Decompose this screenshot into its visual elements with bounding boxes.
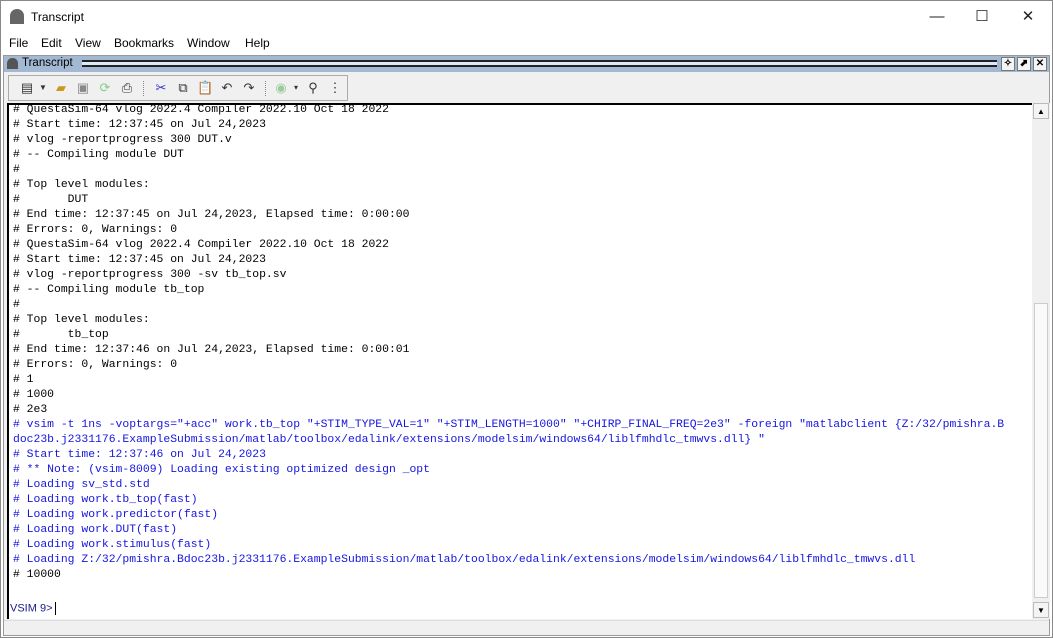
vsim-prompt[interactable]: VSIM 9> (10, 602, 56, 615)
transcript-icon (7, 58, 18, 69)
new-file-icon[interactable]: ▤ (19, 80, 35, 96)
transcript-line: # vlog -reportprogress 300 DUT.v (13, 134, 232, 146)
close-button[interactable]: ✕ (1005, 1, 1051, 33)
window-title: Transcript (31, 10, 84, 24)
menu-window[interactable]: Window (187, 36, 230, 50)
find-options-icon[interactable]: ⋮ (327, 80, 343, 96)
transcript-line: # Errors: 0, Warnings: 0 (13, 359, 178, 371)
transcript-line: # Start time: 12:37:46 on Jul 24,2023 (13, 449, 266, 461)
transcript-line: # tb_top (13, 329, 109, 341)
menu-bookmarks[interactable]: Bookmarks (114, 36, 174, 50)
transcript-line: # -- Compiling module DUT (13, 149, 184, 161)
redo-icon[interactable]: ↷ (241, 80, 257, 96)
transcript-panel: Transcript ✧ ⬈ ✕ ▤ ▼ ▰ ▣ ⟳ ⎙ ✂ ⧉ 📋 ↶ ↷ ◉… (3, 55, 1050, 636)
text-cursor (54, 602, 56, 615)
chevron-down-icon[interactable]: ▾ (288, 80, 304, 96)
reload-icon[interactable]: ⟳ (97, 80, 113, 96)
transcript-line: # Loading sv_std.std (13, 479, 150, 491)
transcript-line: # DUT (13, 194, 89, 206)
transcript-line: # 1 (13, 374, 34, 386)
transcript-line: # 2e3 (13, 404, 48, 416)
maximize-button[interactable]: ☐ (959, 1, 1005, 33)
transcript-line: # (13, 164, 20, 176)
find-binoculars-icon[interactable]: ⚲ (305, 80, 321, 96)
undock-button[interactable]: ✧ (1001, 57, 1015, 71)
scroll-up-button[interactable]: ▲ (1033, 103, 1049, 119)
print-icon[interactable]: ⎙ (119, 80, 135, 96)
toolbar: ▤ ▼ ▰ ▣ ⟳ ⎙ ✂ ⧉ 📋 ↶ ↷ ◉ ▾ ⚲ ⋮ (8, 75, 348, 101)
transcript-line: # ** Note: (vsim-8009) Loading existing … (13, 464, 430, 476)
prompt-label: VSIM 9> (10, 602, 53, 615)
transcript-lines: # QuestaSim-64 vlog 2022.4 Compiler 2022… (13, 104, 1005, 583)
break-icon[interactable]: ◉ (273, 80, 289, 96)
transcript-line: # Loading Z:/32/pmishra.Bdoc23b.j2331176… (13, 554, 916, 566)
menu-edit[interactable]: Edit (41, 36, 62, 50)
undo-icon[interactable]: ↶ (219, 80, 235, 96)
panel-close-button[interactable]: ✕ (1033, 57, 1047, 71)
transcript-line: # Start time: 12:37:45 on Jul 24,2023 (13, 254, 266, 266)
transcript-text-area[interactable]: # QuestaSim-64 vlog 2022.4 Compiler 2022… (7, 103, 1032, 619)
drag-grip[interactable] (82, 60, 997, 67)
transcript-line: # Top level modules: (13, 314, 150, 326)
toolbar-separator (143, 81, 144, 96)
toolbar-separator (265, 81, 266, 96)
transcript-line: # 1000 (13, 389, 55, 401)
status-strip (4, 620, 1049, 635)
copy-icon[interactable]: ⧉ (175, 80, 191, 96)
panel-title-bar[interactable]: Transcript ✧ ⬈ ✕ (4, 56, 1049, 72)
minimize-button[interactable]: — (914, 1, 960, 33)
scroll-thumb[interactable] (1034, 303, 1048, 598)
transcript-line: # QuestaSim-64 vlog 2022.4 Compiler 2022… (13, 104, 389, 116)
transcript-line: # Loading work.tb_top(fast) (13, 494, 198, 506)
menu-help[interactable]: Help (245, 36, 270, 50)
panel-title: Transcript (22, 57, 73, 69)
transcript-line: # 10000 (13, 569, 61, 581)
menu-view[interactable]: View (75, 36, 101, 50)
transcript-line: # End time: 12:37:45 on Jul 24,2023, Ela… (13, 209, 410, 221)
transcript-line: # Errors: 0, Warnings: 0 (13, 224, 178, 236)
transcript-line: # Loading work.stimulus(fast) (13, 539, 212, 551)
questasim-app-icon (10, 9, 24, 24)
float-button[interactable]: ⬈ (1017, 57, 1031, 71)
paste-icon[interactable]: 📋 (197, 80, 213, 96)
transcript-line: # Top level modules: (13, 179, 150, 191)
transcript-line: # Loading work.predictor(fast) (13, 509, 219, 521)
transcript-line: # Start time: 12:37:45 on Jul 24,2023 (13, 119, 266, 131)
open-folder-icon[interactable]: ▰ (53, 80, 69, 96)
menu-bar: File Edit View Bookmarks Window Help (1, 33, 1052, 53)
chevron-down-icon[interactable]: ▼ (35, 80, 51, 96)
transcript-line: # vsim -t 1ns -voptargs="+acc" work.tb_t… (13, 419, 1005, 431)
scroll-down-button[interactable]: ▼ (1033, 602, 1049, 618)
title-bar: Transcript — ☐ ✕ (1, 1, 1052, 33)
transcript-line: doc23b.j2331176.ExampleSubmission/matlab… (13, 434, 765, 446)
vertical-scrollbar[interactable]: ▲ ▼ (1032, 103, 1050, 619)
menu-file[interactable]: File (9, 36, 28, 50)
save-icon[interactable]: ▣ (75, 80, 91, 96)
transcript-line: # vlog -reportprogress 300 -sv tb_top.sv (13, 269, 287, 281)
transcript-line: # QuestaSim-64 vlog 2022.4 Compiler 2022… (13, 239, 389, 251)
transcript-line: # End time: 12:37:46 on Jul 24,2023, Ela… (13, 344, 410, 356)
transcript-line: # Loading work.DUT(fast) (13, 524, 178, 536)
transcript-line: # (13, 299, 20, 311)
cut-icon[interactable]: ✂ (153, 80, 169, 96)
transcript-line: # -- Compiling module tb_top (13, 284, 205, 296)
